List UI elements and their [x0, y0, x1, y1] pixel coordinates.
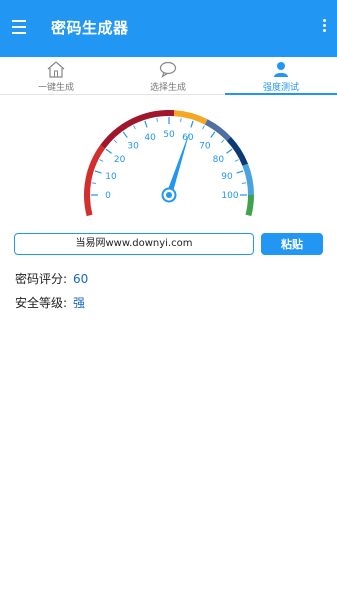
tab-label: 强度测试 [262, 83, 299, 93]
gauge-tick [156, 117, 158, 122]
gauge-tick [133, 125, 136, 130]
gauge-tick-label: 100 [221, 191, 238, 201]
strength-gauge: 0102030405060708090100 [84, 110, 254, 217]
gauge-hub-center [166, 192, 172, 198]
gauge-tick [113, 139, 117, 143]
score-row: 密码评分: 60 [15, 270, 88, 287]
gauge-tick [234, 159, 239, 162]
gauge-tick-label: 10 [105, 172, 117, 182]
gauge-tick-label: 80 [213, 155, 225, 165]
password-input-row: 粘贴 [14, 233, 323, 255]
tab-one-click-generate[interactable]: 一键生成 [0, 57, 112, 94]
tab-active-indicator [225, 93, 337, 95]
tab-label: 一键生成 [37, 83, 74, 93]
more-vert-icon[interactable] [321, 19, 327, 35]
gauge-tick-label: 60 [182, 133, 194, 143]
gauge-tick [180, 117, 182, 122]
gauge-tick-label: 90 [221, 172, 233, 182]
score-value: 60 [73, 272, 89, 286]
gauge-tick-label: 40 [144, 133, 156, 143]
gauge-tick [221, 139, 225, 143]
tab-bar: 一键生成 选择生成 强度测试 [0, 57, 337, 95]
score-label: 密码评分: [15, 272, 68, 286]
gauge-tick-label: 50 [163, 130, 175, 140]
tab-select-generate[interactable]: 选择生成 [112, 57, 224, 94]
person-icon [274, 62, 288, 77]
gauge-tick [236, 170, 244, 174]
app-bar: 密码生成器 [0, 0, 337, 57]
gauge-band-segment [245, 194, 254, 217]
gauge-band-segment [204, 119, 231, 141]
tab-label: 选择生成 [149, 83, 186, 93]
gauge-tick-label: 70 [199, 142, 211, 152]
gauge-tick [144, 120, 148, 128]
gauge-band-segment [173, 110, 208, 125]
gauge-band-segment [226, 136, 249, 166]
home-icon [47, 61, 65, 78]
app-title: 密码生成器 [51, 19, 129, 37]
level-label: 安全等级: [15, 296, 68, 310]
gauge-band-segment [242, 163, 254, 196]
gauge-tick-label: 0 [105, 191, 111, 201]
gauge-tick [94, 170, 102, 174]
gauge-tick-label: 30 [127, 142, 139, 152]
gauge-tick [105, 148, 112, 154]
paste-button[interactable]: 粘贴 [261, 233, 323, 255]
menu-icon[interactable] [12, 20, 28, 34]
level-value: 强 [73, 296, 86, 310]
gauge-tick [190, 120, 194, 128]
password-input[interactable] [14, 233, 254, 255]
level-row: 安全等级: 强 [15, 294, 85, 311]
gauge-tick [226, 148, 233, 154]
chat-bubble-icon [159, 61, 177, 78]
tab-strength-test[interactable]: 强度测试 [225, 57, 337, 95]
gauge-tick [99, 159, 104, 162]
gauge-band-segment [84, 145, 106, 217]
gauge-tick [202, 125, 205, 130]
gauge-tick [91, 182, 96, 184]
gauge-tick-label: 20 [114, 155, 126, 165]
gauge-needle [166, 130, 191, 196]
gauge-tick [122, 131, 128, 138]
gauge-tick [210, 131, 216, 138]
gauge-tick [242, 182, 247, 184]
